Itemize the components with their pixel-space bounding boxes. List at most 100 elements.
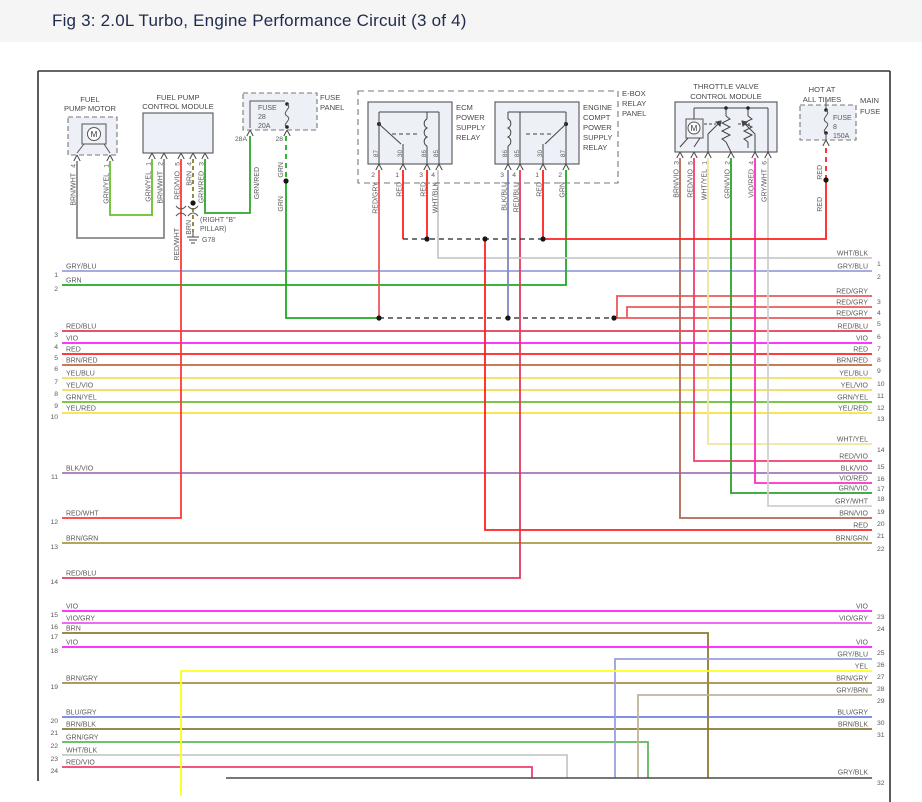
wire-red-vio	[694, 158, 872, 461]
relay-terminal: 30	[537, 150, 544, 158]
right-wire-label: GRN/YEL	[837, 395, 868, 402]
junction-dot	[823, 177, 828, 182]
right-wire-label: GRY/BLU	[837, 264, 868, 271]
pin-arrow-icon	[284, 130, 290, 136]
svg-text:RELAY: RELAY	[583, 143, 607, 152]
pin-label: GRY/WHT	[762, 168, 769, 202]
right-terminal-number: 10	[877, 381, 885, 388]
right-terminal-number: 14	[877, 447, 885, 454]
left-terminal-number: 16	[50, 624, 58, 631]
pin-label: RED/BLU	[514, 182, 521, 212]
wire-yel	[181, 671, 872, 796]
pin-label: GRN/YEL	[104, 173, 111, 204]
wire-label: RED	[817, 165, 824, 180]
pin-arrow-icon	[765, 152, 771, 158]
left-terminal-number: 15	[50, 612, 58, 619]
left-wire-label: GRN/YEL	[66, 395, 97, 402]
wire-grn-gry	[62, 742, 648, 778]
component-title: FUEL	[80, 95, 99, 104]
pin-label: BRN/WHT	[71, 172, 78, 205]
right-terminal-number: 26	[877, 662, 885, 669]
wire-vio-red	[755, 158, 872, 483]
pin-number: 2	[725, 161, 732, 165]
pin-label: GRN/RED	[199, 171, 206, 203]
right-wire-label: BRN/RED	[836, 358, 868, 365]
right-wire-label: VIO	[856, 336, 869, 343]
right-wire-label: BLK/VIO	[841, 466, 869, 473]
pin-number: 3	[199, 162, 206, 166]
right-wire-label: GRY/BLU	[837, 652, 868, 659]
left-wire-label: RED/BLU	[66, 571, 96, 578]
right-wire-label: RED/GRY	[836, 300, 868, 307]
svg-text:SUPPLY: SUPPLY	[456, 123, 485, 132]
terminal-28: 28	[275, 136, 283, 143]
wire-label: RED/WHT	[174, 227, 181, 260]
right-terminal-number: 15	[877, 464, 885, 471]
right-terminal-number: 4	[877, 310, 881, 317]
svg-text:8: 8	[833, 124, 837, 131]
junction-dot	[424, 236, 429, 241]
svg-text:PILLAR): PILLAR)	[200, 226, 226, 233]
junction-dot	[376, 315, 381, 320]
pin-arrow-icon	[107, 155, 113, 161]
right-terminal-number: 30	[877, 720, 885, 727]
right-terminal-number: 32	[877, 780, 885, 787]
right-wire-label: YEL	[855, 664, 868, 671]
left-wire-label: BLU/GRY	[66, 710, 97, 717]
left-terminal-number: 2	[54, 286, 58, 293]
right-wire-label: YEL/VIO	[841, 383, 869, 390]
right-wire-label: RED/BLU	[838, 324, 868, 331]
right-terminal-number: 16	[877, 476, 885, 483]
pin-number: 4	[431, 172, 435, 179]
left-wire-label: YEL/VIO	[66, 383, 94, 390]
right-terminal-number: 21	[877, 533, 885, 540]
right-terminal-number: 7	[877, 346, 881, 353]
relay-terminal: 86	[502, 150, 509, 158]
pin-arrow-icon	[424, 164, 430, 170]
right-terminal-number: 1	[877, 261, 881, 268]
left-wire-label: GRN/GRY	[66, 735, 99, 742]
right-terminal-number: 18	[877, 496, 885, 503]
left-terminal-number: 10	[50, 414, 58, 421]
wiring-diagram-page: Fig 3: 2.0L Turbo, Engine Performance Ci…	[0, 0, 922, 802]
right-terminal-number: 9	[877, 368, 881, 375]
right-wire-label: GRY/BLK	[838, 770, 869, 777]
right-terminal-number: 23	[877, 614, 885, 621]
left-wire-label: BRN/GRN	[66, 536, 98, 543]
pin-label: RED	[537, 182, 544, 197]
svg-text:POWER: POWER	[456, 113, 485, 122]
left-wire-label: YEL/BLU	[66, 371, 95, 378]
left-wire-label: VIO	[66, 604, 79, 611]
svg-text:(RIGHT "B": (RIGHT "B"	[200, 217, 236, 224]
pin-number: 5	[175, 162, 182, 166]
right-wire-label: BRN/GRN	[836, 536, 868, 543]
component-title: PUMP MOTOR	[64, 104, 117, 113]
left-wire-label: GRN	[66, 278, 82, 285]
left-wire-label: BRN	[66, 626, 81, 633]
right-wire-label: WHT/YEL	[837, 437, 868, 444]
pin-arrow-icon	[400, 164, 406, 170]
left-terminal-number: 8	[54, 391, 58, 398]
svg-text:FUSE: FUSE	[833, 115, 852, 122]
junction-dot	[283, 178, 288, 183]
pin-number: 4	[749, 161, 756, 165]
right-wire-label: RED/GRY	[836, 289, 868, 296]
pin-label: GRN/YEL	[146, 171, 153, 202]
left-wire-label: BRN/RED	[66, 358, 98, 365]
left-wire-label: GRY/BLU	[66, 264, 97, 271]
wire-red	[485, 239, 872, 530]
pin-arrow-icon	[149, 153, 155, 159]
pin-number: 5	[688, 161, 695, 165]
left-terminal-number: 18	[50, 648, 58, 655]
relay-terminal: 87	[560, 150, 567, 158]
svg-text:RELAY: RELAY	[456, 133, 480, 142]
wire-gry-brn	[638, 695, 872, 778]
left-wire-label: BRN/BLK	[66, 722, 96, 729]
pin-label: GRN/VIO	[725, 168, 732, 198]
pin-number: 1	[104, 164, 111, 168]
svg-text:FUSE: FUSE	[258, 105, 277, 112]
svg-text:ECM: ECM	[456, 103, 473, 112]
pin-number: 2	[558, 172, 562, 179]
right-wire-label: RED/VIO	[839, 454, 868, 461]
svg-text:28: 28	[258, 114, 266, 121]
